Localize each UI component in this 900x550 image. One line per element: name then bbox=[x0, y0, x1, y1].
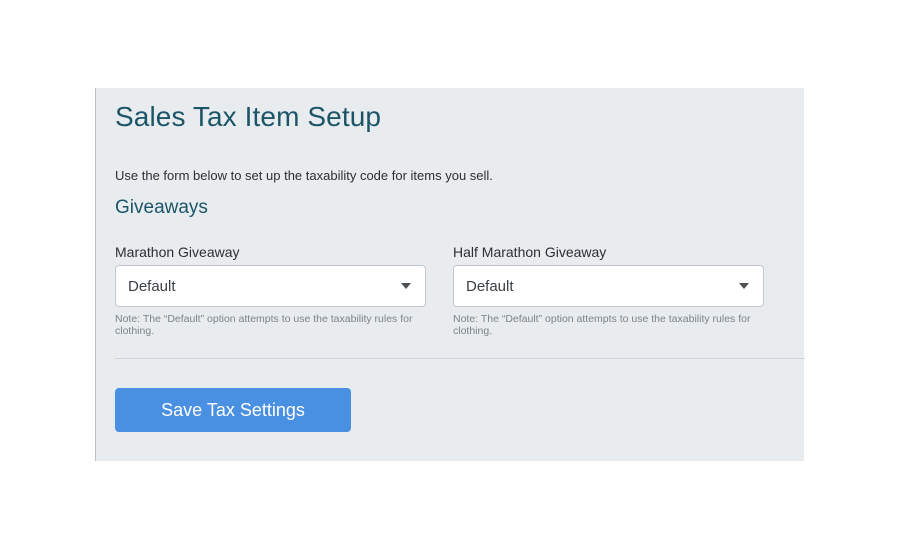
page-intro: Use the form below to set up the taxabil… bbox=[115, 168, 493, 183]
tax-setup-panel: Sales Tax Item Setup Use the form below … bbox=[95, 88, 805, 461]
marathon-giveaway-field: Marathon Giveaway Default Note: The “Def… bbox=[115, 243, 426, 337]
marathon-giveaway-select[interactable]: Default bbox=[115, 265, 426, 307]
half-marathon-giveaway-label: Half Marathon Giveaway bbox=[453, 244, 607, 260]
marathon-giveaway-value: Default bbox=[128, 278, 176, 295]
half-marathon-giveaway-note: Note: The “Default” option attempts to u… bbox=[453, 313, 751, 337]
section-divider bbox=[115, 358, 805, 359]
marathon-giveaway-note: Note: The “Default” option attempts to u… bbox=[115, 313, 413, 337]
half-marathon-giveaway-select[interactable]: Default bbox=[453, 265, 764, 307]
save-tax-settings-button[interactable]: Save Tax Settings bbox=[115, 388, 351, 432]
chevron-down-icon bbox=[401, 283, 411, 289]
chevron-down-icon bbox=[739, 283, 749, 289]
page-title: Sales Tax Item Setup bbox=[115, 101, 382, 132]
half-marathon-giveaway-value: Default bbox=[466, 278, 514, 295]
marathon-giveaway-label: Marathon Giveaway bbox=[115, 244, 240, 260]
half-marathon-giveaway-field: Half Marathon Giveaway Default Note: The… bbox=[453, 243, 764, 337]
section-title: Giveaways bbox=[115, 197, 208, 218]
